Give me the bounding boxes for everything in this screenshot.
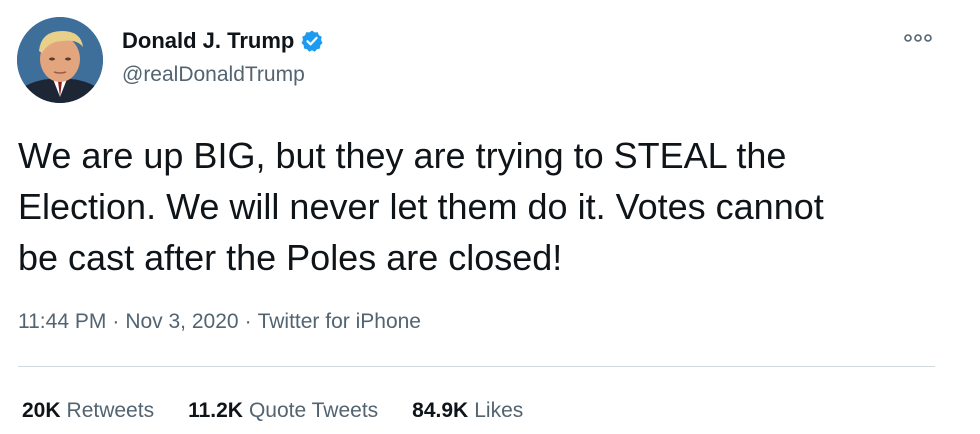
likes-label: Likes bbox=[474, 399, 524, 422]
more-options-button[interactable] bbox=[900, 28, 936, 48]
divider bbox=[18, 366, 935, 367]
verified-badge-icon bbox=[300, 29, 324, 53]
tweet-date[interactable]: Nov 3, 2020 bbox=[125, 308, 238, 336]
tweet-text: We are up BIG, but they are trying to ST… bbox=[18, 135, 824, 278]
quote-tweets-count: 11.2K bbox=[188, 399, 243, 422]
tweet-source[interactable]: Twitter for iPhone bbox=[258, 308, 421, 336]
quote-tweets-stat[interactable]: 11.2K Quote Tweets bbox=[188, 397, 378, 425]
engagement-stats: 20K Retweets 11.2K Quote Tweets 84.9K Li… bbox=[22, 397, 523, 425]
tweet-metadata: 11:44 PM · Nov 3, 2020 · Twitter for iPh… bbox=[18, 308, 421, 336]
author-display-name: Donald J. Trump bbox=[122, 28, 295, 53]
meta-separator: · bbox=[244, 310, 252, 333]
avatar-photo bbox=[17, 17, 103, 103]
likes-stat[interactable]: 84.9K Likes bbox=[412, 397, 523, 425]
author-handle[interactable]: @realDonaldTrump bbox=[122, 61, 305, 89]
quote-tweets-label: Quote Tweets bbox=[248, 399, 379, 422]
retweets-stat[interactable]: 20K Retweets bbox=[22, 397, 154, 425]
author-name[interactable]: Donald J. Trump bbox=[122, 27, 324, 55]
meta-separator: · bbox=[112, 310, 120, 333]
retweets-label: Retweets bbox=[66, 399, 155, 422]
tweet-time[interactable]: 11:44 PM bbox=[18, 308, 106, 336]
avatar[interactable] bbox=[17, 17, 103, 103]
likes-count: 84.9K bbox=[412, 399, 469, 422]
more-options-icon bbox=[904, 34, 932, 42]
tweet-card: Donald J. Trump @realDonaldTrump We are … bbox=[0, 0, 980, 434]
retweets-count: 20K bbox=[22, 399, 61, 422]
